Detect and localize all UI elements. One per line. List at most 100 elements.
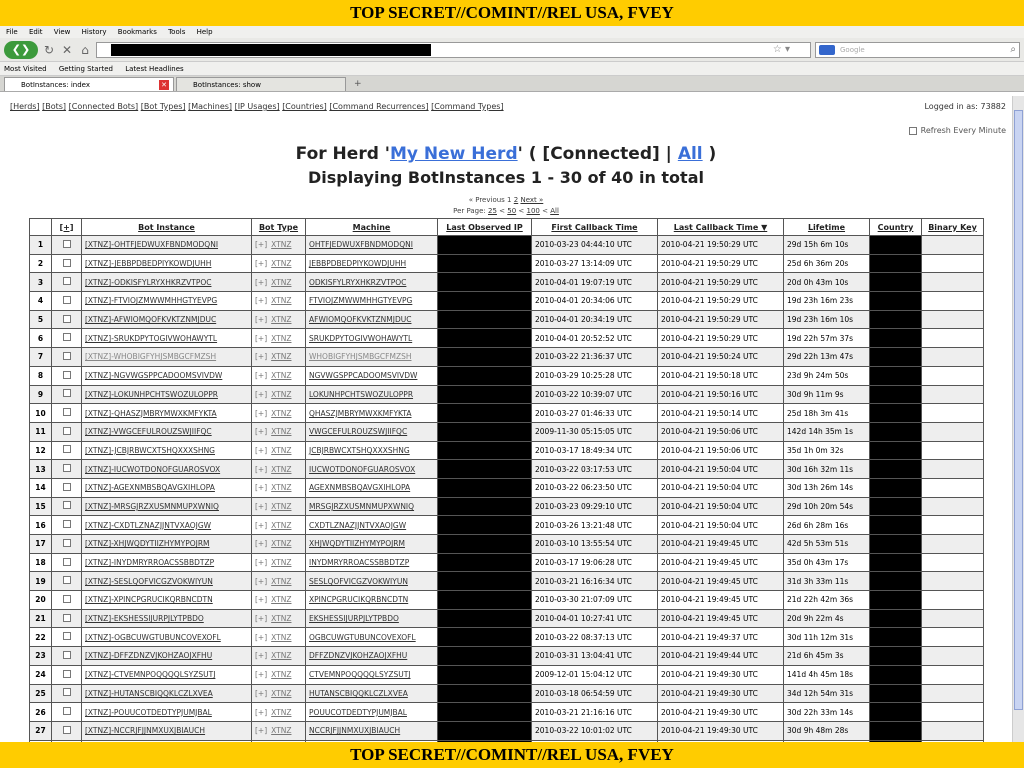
bot-type-link[interactable]: XTNZ: [271, 521, 291, 530]
machine-link[interactable]: EKSHESSIJURPJLYTPBDO: [305, 608, 438, 629]
bot-type-expand[interactable]: [+]: [255, 502, 267, 511]
nav-command-types[interactable]: [Command Types]: [431, 102, 503, 111]
bot-type-expand[interactable]: [+]: [255, 521, 267, 530]
machine-link[interactable]: OHTFJEDWUXFBNDMODQNI: [305, 235, 438, 255]
bot-type-expand[interactable]: [+]: [255, 259, 267, 268]
row-checkbox[interactable]: [62, 725, 71, 734]
menu-tools[interactable]: Tools: [168, 28, 185, 36]
row-checkbox[interactable]: [62, 594, 71, 603]
menu-edit[interactable]: Edit: [29, 28, 43, 36]
bot-type-expand[interactable]: [+]: [255, 726, 267, 735]
bot-type-expand[interactable]: [+]: [255, 539, 267, 548]
bot-instance-link[interactable]: [XTNZ]-JCBJRBWCXTSHQXXXSHNG: [81, 440, 252, 461]
machine-link[interactable]: VWGCEFULROUZSWJIIFQC: [305, 421, 438, 442]
row-checkbox[interactable]: [62, 258, 71, 267]
bot-instance-link[interactable]: [XTNZ]-POUUCOTDEDTYPJUMJBAL: [81, 702, 252, 722]
bot-type-expand[interactable]: [+]: [255, 446, 267, 455]
reload-icon[interactable]: ↻: [42, 43, 56, 57]
machine-link[interactable]: SRUKDPYTOGIVWOHAWYTL: [305, 328, 438, 349]
bot-type-link[interactable]: XTNZ: [271, 315, 291, 324]
bot-type-link[interactable]: XTNZ: [271, 296, 291, 305]
bot-type-link[interactable]: XTNZ: [271, 595, 291, 604]
bot-type-link[interactable]: XTNZ: [271, 240, 291, 249]
machine-link[interactable]: POUUCOTDEDTYPJUMJBAL: [305, 702, 438, 722]
bot-type-link[interactable]: XTNZ: [271, 371, 291, 380]
row-checkbox[interactable]: [62, 538, 71, 547]
machine-link[interactable]: XPINCPGRUCIKQRBNCDTN: [305, 590, 438, 610]
nav-bots[interactable]: [Bots]: [42, 102, 66, 111]
bot-instance-link[interactable]: [XTNZ]-NGVWGSPPCADOOMSVIVDW: [81, 365, 252, 386]
bot-type-expand[interactable]: [+]: [255, 315, 267, 324]
machine-link[interactable]: AGEXNMBSBQAVGXIHLOPA: [305, 477, 438, 498]
row-checkbox[interactable]: [62, 482, 71, 491]
bot-instance-link[interactable]: [XTNZ]-HUTANSCBIQQKLCZLXVEA: [81, 683, 252, 704]
bot-instance-link[interactable]: [XTNZ]-FTVIOJZMWWMHHGTYEVPG: [81, 291, 252, 311]
row-checkbox[interactable]: [62, 389, 71, 398]
row-checkbox[interactable]: [62, 650, 71, 659]
menu-help[interactable]: Help: [197, 28, 213, 36]
bot-instance-link[interactable]: [XTNZ]-OHTFJEDWUXFBNDMODQNI: [81, 235, 252, 255]
tab-botinstances-show[interactable]: BotInstances: show: [176, 77, 346, 91]
machine-link[interactable]: OGBCUWGTUBUNCOVEXOFL: [305, 627, 438, 648]
bot-type-link[interactable]: XTNZ: [271, 390, 291, 399]
bot-type-expand[interactable]: [+]: [255, 483, 267, 492]
bot-instance-link[interactable]: [XTNZ]-SRUKDPYTOGIVWOHAWYTL: [81, 328, 252, 349]
bot-type-expand[interactable]: [+]: [255, 409, 267, 418]
bot-type-link[interactable]: XTNZ: [271, 651, 291, 660]
bot-instance-link[interactable]: [XTNZ]-AFWIOMQOFKVKTZNMJDUC: [81, 309, 252, 330]
bot-instance-link[interactable]: [XTNZ]-EKSHESSIJURPJLYTPBDO: [81, 608, 252, 629]
back-forward-button[interactable]: ❮❯: [4, 40, 38, 59]
bot-instance-link[interactable]: [XTNZ]-VWGCEFULROUZSWJIIFQC: [81, 421, 252, 442]
bot-type-expand[interactable]: [+]: [255, 577, 267, 586]
tab-botinstances-index[interactable]: BotInstances: index ✕: [4, 77, 174, 91]
bot-type-link[interactable]: XTNZ: [271, 352, 291, 361]
header-country[interactable]: Country: [869, 218, 922, 236]
bot-type-link[interactable]: XTNZ: [271, 577, 291, 586]
vertical-scrollbar[interactable]: [1012, 96, 1024, 742]
machine-link[interactable]: DFFZDNZVJKOHZAOJXFHU: [305, 646, 438, 666]
machine-link[interactable]: JEBBPDBEDPIYKOWDJUHH: [305, 253, 438, 274]
close-tab-icon[interactable]: ✕: [159, 80, 169, 90]
bot-type-link[interactable]: XTNZ: [271, 446, 291, 455]
bot-instance-link[interactable]: [XTNZ]-IUCWOTDONOFGUAROSVOX: [81, 459, 252, 479]
bot-instance-link[interactable]: [XTNZ]-WHOBIGFYHJSMBGCFMZSH: [81, 347, 252, 367]
machine-link[interactable]: NGVWGSPPCADOOMSVIVDW: [305, 365, 438, 386]
bot-type-expand[interactable]: [+]: [255, 614, 267, 623]
bot-instance-link[interactable]: [XTNZ]-LOKUNHPCHTSWOZULOPPR: [81, 384, 252, 405]
bot-type-link[interactable]: XTNZ: [271, 409, 291, 418]
bot-type-expand[interactable]: [+]: [255, 296, 267, 305]
bot-instance-link[interactable]: [XTNZ]-AGEXNMBSBQAVGXIHLOPA: [81, 477, 252, 498]
row-checkbox[interactable]: [62, 557, 71, 566]
header-last-observed-ip[interactable]: Last Observed IP: [437, 218, 532, 236]
header-first-callback[interactable]: First Callback Time: [531, 218, 658, 236]
header-bot-instance[interactable]: Bot Instance: [81, 218, 252, 236]
scrollbar-thumb[interactable]: [1014, 110, 1023, 710]
bot-type-expand[interactable]: [+]: [255, 371, 267, 380]
row-checkbox[interactable]: [62, 351, 71, 360]
bot-instance-link[interactable]: [XTNZ]-NCCRJFJJNMXUXJBIAUCH: [81, 720, 252, 741]
row-checkbox[interactable]: [62, 408, 71, 417]
menu-view[interactable]: View: [54, 28, 71, 36]
bot-instance-link[interactable]: [XTNZ]-DFFZDNZVJKOHZAOJXFHU: [81, 646, 252, 666]
bookmark-latest-headlines[interactable]: Latest Headlines: [125, 65, 183, 73]
row-checkbox[interactable]: [62, 295, 71, 304]
machine-link[interactable]: CXDTLZNAZJJNTVXAOJGW: [305, 515, 438, 535]
bot-type-link[interactable]: XTNZ: [271, 278, 291, 287]
machine-link[interactable]: XHJWQDYTIIZHYMYPOJRM: [305, 534, 438, 554]
bot-type-expand[interactable]: [+]: [255, 595, 267, 604]
bot-instance-link[interactable]: [XTNZ]-SESLQOFVICGZVOKWIYUN: [81, 571, 252, 592]
row-checkbox[interactable]: [62, 632, 71, 641]
nav-countries[interactable]: [Countries]: [282, 102, 327, 111]
bot-instance-link[interactable]: [XTNZ]-INYDMRYRROACSSBBDTZP: [81, 552, 252, 573]
row-checkbox[interactable]: [62, 426, 71, 435]
bookmark-most-visited[interactable]: Most Visited: [4, 65, 47, 73]
row-checkbox[interactable]: [62, 370, 71, 379]
machine-link[interactable]: HUTANSCBIQQKLCZLXVEA: [305, 683, 438, 704]
machine-link[interactable]: MRSGJRZXUSMNMUPXWNIQ: [305, 496, 438, 517]
header-binary-key[interactable]: Binary Key: [921, 218, 984, 236]
row-checkbox[interactable]: [62, 445, 71, 454]
nav-connected-bots[interactable]: [Connected Bots]: [69, 102, 139, 111]
bot-type-expand[interactable]: [+]: [255, 427, 267, 436]
menu-file[interactable]: File: [6, 28, 18, 36]
row-checkbox[interactable]: [62, 576, 71, 585]
